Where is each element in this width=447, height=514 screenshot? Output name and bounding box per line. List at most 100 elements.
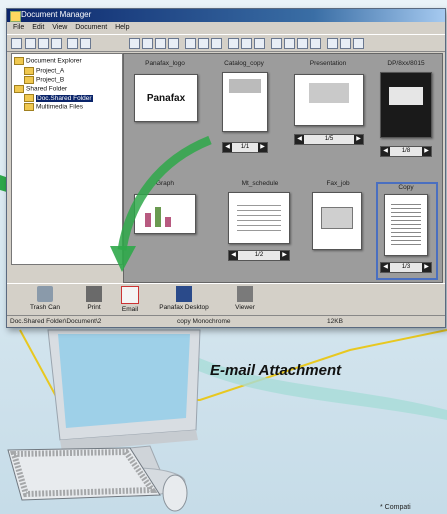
list-view-icon[interactable] xyxy=(241,38,252,49)
tree-item-doc-shared-folder[interactable]: Doc.Shared Folder xyxy=(24,94,93,102)
prev-page-button[interactable]: ◀ xyxy=(295,135,304,144)
print-icon[interactable] xyxy=(67,38,78,49)
back-icon[interactable] xyxy=(11,38,22,49)
menu-document[interactable]: Document xyxy=(75,24,107,31)
document-page xyxy=(294,74,364,126)
document-page xyxy=(228,192,290,244)
paste-icon[interactable] xyxy=(155,38,166,49)
last-page-icon[interactable] xyxy=(310,38,321,49)
save-icon[interactable] xyxy=(51,38,62,49)
page-image xyxy=(229,79,261,93)
tray-label: Print xyxy=(87,304,101,311)
document-thumbnail[interactable]: DP/8xx/8015 ◀ 1/8 ▶ xyxy=(376,60,436,160)
folder-icon xyxy=(14,57,24,65)
page-image xyxy=(309,83,349,103)
page-counter: 1/2 xyxy=(254,252,264,258)
detail-view-icon[interactable] xyxy=(254,38,265,49)
tree-item-shared-folder[interactable]: Shared Folder xyxy=(14,85,67,93)
panafax-desktop-button[interactable]: Panafax Desktop xyxy=(155,286,213,311)
document-name: Presentation xyxy=(309,60,347,67)
document-thumbnail[interactable]: Copy ◀ 1/3 ▶ xyxy=(378,184,434,276)
menu-file[interactable]: File xyxy=(13,24,24,31)
document-page xyxy=(384,194,428,256)
menu-help[interactable]: Help xyxy=(115,24,129,31)
cut-icon[interactable] xyxy=(129,38,140,49)
document-thumbnail[interactable]: Catalog_copy ◀ 1/1 ▶ xyxy=(214,60,274,160)
status-size: 12KB xyxy=(327,318,343,325)
viewer-button[interactable]: Viewer xyxy=(227,286,263,311)
document-name: Copy xyxy=(398,184,414,191)
zoom-in-icon[interactable] xyxy=(185,38,196,49)
page-counter: 1/3 xyxy=(401,264,411,270)
page-counter: 1/5 xyxy=(324,136,334,142)
document-name: Graph xyxy=(155,180,175,187)
help-icon[interactable] xyxy=(353,38,364,49)
next-page-button[interactable]: ▶ xyxy=(258,143,267,152)
status-bar: Doc.Shared Folder\Document\2 copy Monoch… xyxy=(7,315,445,327)
document-name: Fax_job xyxy=(326,180,350,187)
first-page-icon[interactable] xyxy=(271,38,282,49)
document-thumbnail[interactable]: Fax_job xyxy=(308,180,368,260)
panafax-logo-text: Panafax xyxy=(146,92,186,104)
tree-item-multimedia-files[interactable]: Multimedia Files xyxy=(24,103,83,111)
viewer-icon xyxy=(237,286,253,302)
settings-icon[interactable] xyxy=(340,38,351,49)
document-thumbnail[interactable]: Presentation ◀ 1/5 ▶ xyxy=(290,60,366,150)
page-navigator: ◀ 1/1 ▶ xyxy=(222,142,268,153)
status-document: copy Monochrome xyxy=(177,318,231,325)
document-page xyxy=(134,194,196,234)
prev-page-icon[interactable] xyxy=(284,38,295,49)
tree-item-document-explorer[interactable]: Document Explorer xyxy=(14,57,82,65)
document-name: Mt_schedule xyxy=(241,180,279,187)
document-page xyxy=(312,192,362,250)
page-image xyxy=(389,87,423,105)
prev-page-button[interactable]: ◀ xyxy=(381,147,390,156)
next-page-button[interactable]: ▶ xyxy=(422,147,431,156)
page-navigator: ◀ 1/8 ▶ xyxy=(380,146,432,157)
next-page-button[interactable]: ▶ xyxy=(280,251,289,260)
prev-page-button[interactable]: ◀ xyxy=(229,251,238,260)
footnote: * Compati xyxy=(380,504,411,511)
page-table xyxy=(237,201,281,231)
rotate-icon[interactable] xyxy=(211,38,222,49)
document-thumbnail-grid: Panafax_logo Panafax Catalog_copy ◀ 1/1 … xyxy=(123,53,443,283)
page-navigator: ◀ 1/2 ▶ xyxy=(228,250,290,261)
properties-icon[interactable] xyxy=(327,38,338,49)
trash-can-button[interactable]: Trash Can xyxy=(25,286,65,311)
open-icon[interactable] xyxy=(38,38,49,49)
tree-item-project-a[interactable]: Project_A xyxy=(24,67,64,75)
prev-page-button[interactable]: ◀ xyxy=(223,143,232,152)
title-bar[interactable]: Document Manager xyxy=(7,9,445,22)
copy-icon[interactable] xyxy=(142,38,153,49)
zoom-out-icon[interactable] xyxy=(198,38,209,49)
page-counter: 1/8 xyxy=(401,148,411,154)
menu-edit[interactable]: Edit xyxy=(32,24,44,31)
email-icon xyxy=(121,286,139,304)
folder-icon xyxy=(24,94,34,102)
print-button[interactable]: Print xyxy=(79,286,109,311)
printer-icon xyxy=(86,286,102,302)
toolbar xyxy=(7,34,445,52)
page-counter: 1/1 xyxy=(240,144,250,150)
scan-icon[interactable] xyxy=(80,38,91,49)
delete-icon[interactable] xyxy=(168,38,179,49)
page-text-lines xyxy=(391,201,421,245)
window-title: Document Manager xyxy=(21,10,92,19)
next-page-button[interactable]: ▶ xyxy=(422,263,431,272)
tray-label: Panafax Desktop xyxy=(159,304,209,311)
folder-tree: Document Explorer Project_A Project_B Sh… xyxy=(11,53,123,265)
thumbnail-view-icon[interactable] xyxy=(228,38,239,49)
document-thumbnail[interactable]: Panafax_logo Panafax xyxy=(130,60,200,150)
menu-view[interactable]: View xyxy=(52,24,67,31)
page-navigator: ◀ 1/3 ▶ xyxy=(380,262,432,273)
document-thumbnail[interactable]: Graph xyxy=(130,180,200,250)
email-button[interactable]: Email xyxy=(115,286,145,313)
tree-item-project-b[interactable]: Project_B xyxy=(24,76,64,84)
new-icon[interactable] xyxy=(25,38,36,49)
next-page-icon[interactable] xyxy=(297,38,308,49)
prev-page-button[interactable]: ◀ xyxy=(381,263,390,272)
next-page-button[interactable]: ▶ xyxy=(354,135,363,144)
document-page: Panafax xyxy=(134,74,198,122)
document-thumbnail[interactable]: Mt_schedule ◀ 1/2 ▶ xyxy=(222,180,298,270)
status-path: Doc.Shared Folder\Document\2 xyxy=(10,318,102,325)
